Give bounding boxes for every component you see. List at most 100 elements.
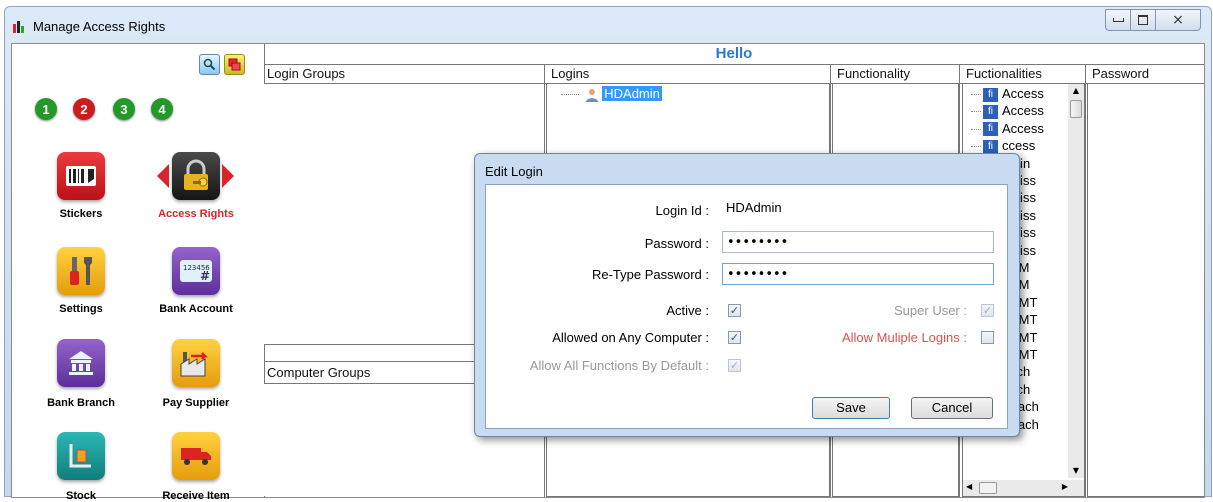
multiple-logins-checkbox[interactable]: [981, 331, 994, 344]
title-bar: Manage Access Rights ⨯: [5, 7, 1211, 43]
sidebar-item-stickers[interactable]: [57, 152, 105, 200]
functionality-header: Functionality: [837, 66, 910, 81]
minimize-button[interactable]: [1105, 9, 1131, 31]
sidebar-item-label: Pay Supplier: [162, 397, 230, 409]
maximize-button[interactable]: [1130, 9, 1156, 31]
super-user-checkbox[interactable]: ✓: [981, 304, 994, 317]
cancel-button[interactable]: Cancel: [911, 397, 993, 419]
fuctionalities-header: Fuctionalities: [966, 66, 1042, 81]
window-title: Manage Access Rights: [33, 19, 166, 34]
sidebar-item-bank-branch[interactable]: [57, 339, 105, 387]
hello-banner: Hello: [264, 44, 1204, 65]
windows-button[interactable]: [224, 54, 245, 75]
tree-connector: [971, 94, 981, 96]
tools-icon: [70, 257, 92, 285]
function-icon: fi: [983, 104, 998, 119]
login-id-label: Login Id :: [655, 203, 710, 218]
selection-arrow-right-icon: [222, 164, 234, 188]
sidebar-item-receive-item[interactable]: [172, 432, 220, 480]
maximize-icon: [1138, 15, 1148, 25]
stock-icon: [69, 444, 91, 468]
step-3[interactable]: 3: [113, 98, 135, 120]
active-label: Active :: [666, 303, 709, 318]
scroll-up-icon[interactable]: ▲: [1068, 84, 1084, 98]
save-button[interactable]: Save: [812, 397, 890, 419]
search-button[interactable]: [199, 54, 220, 75]
sidebar-item-settings[interactable]: [57, 247, 105, 295]
login-id-value: HDAdmin: [726, 200, 782, 215]
dialog-body: Login Id : HDAdmin Password : •••••••• R…: [485, 184, 1008, 429]
lock-key-icon: [184, 159, 208, 190]
close-icon: ⨯: [1172, 12, 1184, 28]
user-icon: [585, 88, 598, 102]
sidebar-item-label: Stock: [66, 490, 96, 502]
truck-icon: [181, 448, 211, 465]
tree-connector: [971, 128, 981, 130]
function-icon: fi: [983, 87, 998, 102]
password-header: Password: [1092, 66, 1150, 81]
sidebar-item-stock[interactable]: [57, 432, 105, 480]
column-divider: [1085, 64, 1086, 497]
scroll-h-thumb[interactable]: [979, 482, 997, 494]
sidebar-item-label: Bank Branch: [47, 397, 115, 409]
fuctionality-label: Access: [1002, 86, 1044, 101]
windows-icon: [228, 58, 241, 71]
scroll-down-icon[interactable]: ▼: [1068, 464, 1084, 478]
close-button[interactable]: ⨯: [1155, 9, 1201, 31]
active-checkbox[interactable]: ✓: [728, 304, 741, 317]
any-computer-label: Allowed on Any Computer :: [552, 330, 709, 345]
any-computer-checkbox[interactable]: ✓: [728, 331, 741, 344]
step-1[interactable]: 1: [35, 98, 57, 120]
logins-header: Logins: [551, 66, 590, 81]
vertical-scrollbar[interactable]: ▲ ▼: [1068, 84, 1084, 478]
search-icon: [203, 58, 216, 71]
dialog-title: Edit Login: [485, 164, 543, 179]
app-icon: [13, 21, 27, 33]
fuctionality-label: ccess: [1002, 138, 1036, 154]
function-icon: fi: [983, 139, 998, 154]
tree-node-hdadmin[interactable]: HDAdmin: [561, 86, 662, 102]
retype-password-field[interactable]: ••••••••: [722, 263, 994, 285]
password-field[interactable]: ••••••••: [722, 231, 994, 253]
password-list[interactable]: [1087, 84, 1204, 497]
horizontal-scrollbar[interactable]: ◀ ▶: [963, 480, 1084, 496]
super-user-label: Super User :: [894, 303, 967, 318]
sidebar-item-label: Access Rights: [158, 208, 234, 220]
retype-password-label: Re-Type Password :: [591, 267, 709, 282]
sidebar-item-label: Settings: [59, 303, 103, 315]
login-label: HDAdmin: [602, 86, 662, 101]
tree-connector: [971, 146, 981, 148]
sidebar-item-bank-account[interactable]: 123456 #: [172, 247, 220, 295]
scroll-right-icon[interactable]: ▶: [1062, 482, 1068, 491]
password-label: Password :: [644, 236, 709, 251]
factory-icon: [180, 352, 209, 377]
all-functions-label: Allow All Functions By Default :: [529, 358, 709, 373]
sidebar-item-pay-supplier[interactable]: [172, 339, 220, 387]
login-groups-header: Login Groups: [267, 66, 346, 81]
bank-card-icon: 123456#: [180, 260, 212, 282]
minimize-icon: [1112, 18, 1124, 22]
step-4[interactable]: 4: [151, 98, 173, 120]
sidebar-item-label: Stickers: [59, 208, 103, 220]
edit-login-dialog: Edit Login Login Id : HDAdmin Password :…: [474, 153, 1020, 437]
multiple-logins-label: Allow Muliple Logins :: [841, 330, 967, 345]
computer-groups-header: Computer Groups: [267, 365, 371, 380]
sidebar-item-label: Bank Account: [159, 303, 233, 315]
sidebar-item-access-rights[interactable]: [172, 152, 220, 200]
fuctionality-tree-item[interactable]: fi Access: [971, 103, 1044, 119]
fuctionality-tree-item[interactable]: fi ccess: [971, 138, 1035, 154]
function-icon: fi: [983, 122, 998, 137]
all-functions-checkbox[interactable]: ✓: [728, 359, 741, 372]
bank-building-icon: [69, 351, 93, 375]
svg-text:#: #: [200, 269, 210, 282]
fuctionality-tree-item[interactable]: fi Access: [971, 121, 1044, 137]
selection-arrow-left-icon: [157, 164, 169, 188]
barcode-icon: [66, 166, 96, 186]
step-2[interactable]: 2: [73, 98, 95, 120]
fuctionality-label: Access: [1002, 103, 1044, 119]
scroll-thumb[interactable]: [1070, 100, 1082, 118]
sidebar: 1 2 3 4 Stickers Access Rights Settings …: [12, 44, 265, 502]
scroll-left-icon[interactable]: ◀: [966, 482, 972, 491]
fuctionality-tree-item[interactable]: fi Access: [971, 86, 1044, 102]
tree-connector: [971, 111, 981, 113]
